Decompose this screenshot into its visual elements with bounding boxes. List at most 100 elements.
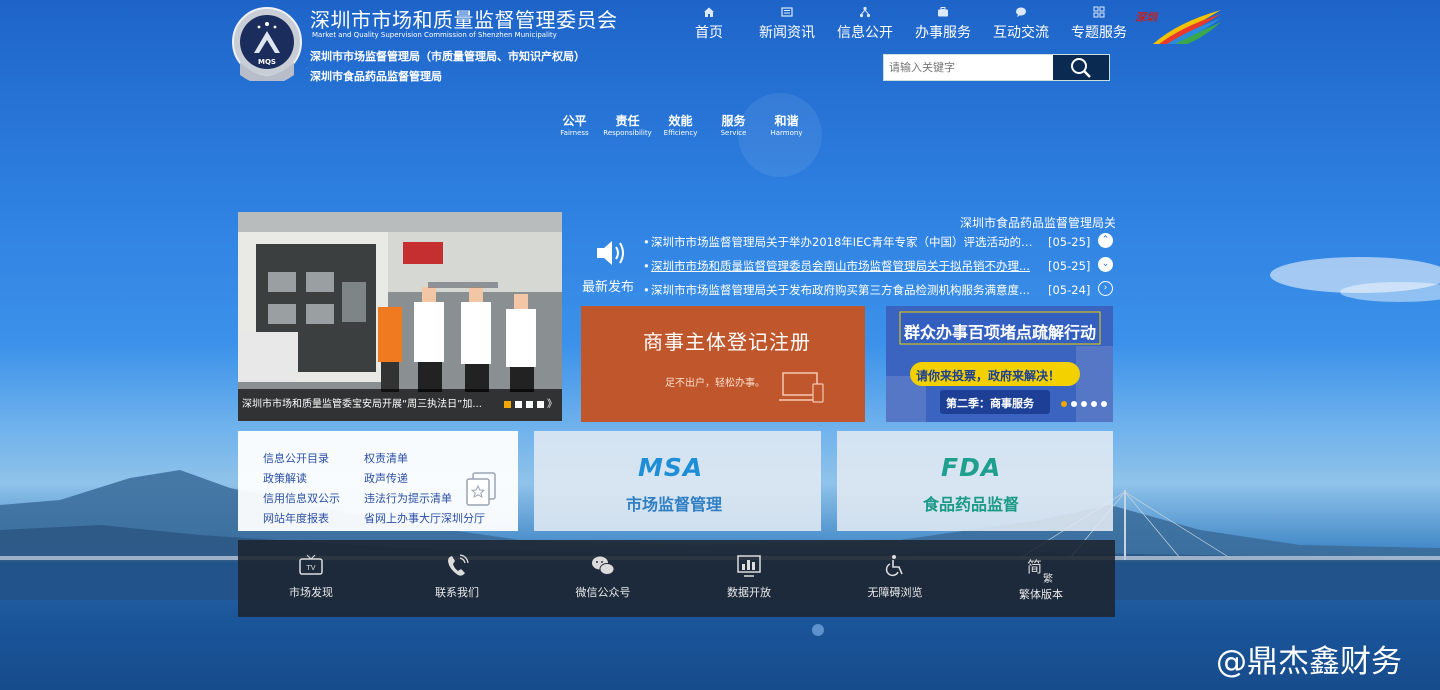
slider-dots <box>504 401 544 408</box>
tool-contact-us[interactable]: 联系我们 <box>402 554 512 600</box>
speaker-icon <box>597 241 624 265</box>
nav-info-disclosure[interactable]: 信息公开 <box>826 6 904 42</box>
value-en: Responsibility <box>603 129 652 137</box>
value-en: Harmony <box>770 129 803 137</box>
nav-home-label: 首页 <box>695 25 723 41</box>
news-title[interactable]: 深圳市市场监督管理局关于举办2018年IEC青年专家（中国）评选活动的通知 <box>651 233 1036 251</box>
watermark-text: @鼎杰鑫财务 <box>1216 644 1402 680</box>
home-icon <box>704 7 714 17</box>
shenzhen-brand-logo[interactable]: 深圳 <box>1133 8 1223 46</box>
slider-caption[interactable]: 深圳市市场和质量监管委宝安局开展“周三执法日”加... 》 <box>238 389 562 421</box>
info-link[interactable]: 权责清单 <box>364 450 408 466</box>
news-date: [05-25] <box>1048 235 1091 249</box>
news-bullet: • <box>643 283 650 297</box>
info-link[interactable]: 信用信息双公示 <box>263 490 340 506</box>
info-link[interactable]: 政策解读 <box>263 470 307 486</box>
nav-topics[interactable]: 专题服务 <box>1060 6 1138 42</box>
campaign-dot[interactable] <box>1071 401 1077 407</box>
tool-market-discovery[interactable]: TV 市场发现 <box>256 554 366 600</box>
document-copy-icon <box>466 472 496 506</box>
tool-label: 市场发现 <box>289 586 333 599</box>
info-link[interactable]: 省网上办事大厅深圳分厅 <box>364 510 485 526</box>
core-values: 公平 Fairness 责任 Responsibility 效能 Efficiency… <box>548 112 813 137</box>
latest-news-label: 最新发布 <box>582 280 635 295</box>
nav-services[interactable]: 办事服务 <box>904 6 982 42</box>
fda-label: 食品药品监督 <box>923 495 1020 514</box>
news-item: • 深圳市市场和质量监督管理委员会南山市场监督管理局关于拟吊销不办理... [0… <box>643 257 1123 281</box>
news-photo-slider[interactable]: 深圳市市场和质量监管委宝安局开展“周三执法日”加... 》 <box>238 212 562 421</box>
msa-logo: MSA <box>638 453 704 482</box>
slider-next-arrow[interactable]: 》 <box>547 389 557 421</box>
slider-dot[interactable] <box>537 401 544 408</box>
search-input[interactable] <box>884 55 1054 80</box>
nav-topics-label: 专题服务 <box>1071 25 1127 41</box>
value-fairness: 公平 Fairness <box>548 112 601 137</box>
news-date: [05-24] <box>1048 283 1091 297</box>
campaign-dot[interactable] <box>1061 401 1067 407</box>
tool-label: 数据开放 <box>727 586 771 599</box>
news-bullet: • <box>643 235 650 249</box>
wheelchair-icon <box>885 555 903 577</box>
value-cn: 服务 <box>721 114 746 128</box>
campaign-slogan: 请你来投票，政府来解决！ <box>916 369 1061 383</box>
news-title[interactable]: 深圳市市场监督管理局关于发布政府购买第三方食品检测机构服务满意度... <box>651 281 1036 299</box>
slider-dot[interactable] <box>526 401 533 408</box>
campaign-dot[interactable] <box>1091 401 1097 407</box>
news-item: • 深圳市市场监督管理局关于发布政府购买第三方食品检测机构服务满意度... [0… <box>643 281 1123 305</box>
campaign-dot[interactable] <box>1101 401 1107 407</box>
briefcase-icon <box>938 7 948 17</box>
value-cn: 效能 <box>668 114 693 128</box>
nav-news-label: 新闻资讯 <box>759 25 815 41</box>
slider-dot[interactable] <box>515 401 522 408</box>
business-registration-card[interactable]: 商事主体登记注册 足不出户，轻松办事。 <box>581 306 865 422</box>
nav-interaction-label: 互动交流 <box>993 25 1049 41</box>
campaign-banner[interactable]: 群众办事百项堵点疏解行动 请你来投票，政府来解决！ 第二季：商事服务 <box>886 306 1113 422</box>
tool-wechat[interactable]: 微信公众号 <box>548 554 658 600</box>
wechat-icon <box>592 556 615 575</box>
news-scroll-down-button[interactable]: ⌄ <box>1098 257 1113 272</box>
tool-accessibility[interactable]: 无障碍浏览 <box>840 554 950 600</box>
nav-info-label: 信息公开 <box>837 25 893 41</box>
nav-interaction[interactable]: 互动交流 <box>982 6 1060 42</box>
tv-icon: TV <box>299 554 323 575</box>
market-supervision-card[interactable]: MSA 市场监督管理 <box>534 431 821 531</box>
news-more-button[interactable]: › <box>1098 281 1113 296</box>
tool-label: 联系我们 <box>435 586 479 599</box>
campaign-dot[interactable] <box>1081 401 1087 407</box>
value-cn: 责任 <box>615 114 640 128</box>
brand-logo-text: 深圳 <box>1135 11 1159 24</box>
phone-icon <box>448 554 469 576</box>
news-title[interactable]: 深圳市市场和质量监督管理委员会南山市场监督管理局关于拟吊销不办理... <box>651 257 1036 275</box>
tool-traditional-chinese[interactable]: 简 繁 繁体版本 <box>986 556 1096 602</box>
campaign-season: 第二季：商事服务 <box>946 397 1034 410</box>
value-efficiency: 效能 Efficiency <box>654 112 707 137</box>
tool-label: 微信公众号 <box>575 586 631 599</box>
chart-monitor-icon <box>737 555 761 577</box>
value-responsibility: 责任 Responsibility <box>601 112 654 137</box>
info-link[interactable]: 信息公开目录 <box>263 450 329 466</box>
tool-open-data[interactable]: 数据开放 <box>694 554 804 600</box>
value-cn: 公平 <box>562 114 587 128</box>
nav-home[interactable]: 首页 <box>670 6 748 42</box>
sitemap-icon <box>859 6 871 18</box>
news-item: • 深圳市市场监督管理局关于举办2018年IEC青年专家（中国）评选活动的通知 … <box>643 233 1123 257</box>
slider-dot[interactable] <box>504 401 511 408</box>
nav-news[interactable]: 新闻资讯 <box>748 6 826 42</box>
news-marquee[interactable]: 深圳市食品药品监督管理局关 <box>960 214 1115 231</box>
quick-tools-bar: TV 市场发现 联系我们 微信公众号 数据开放 无障碍浏览 简 繁 繁体版本 <box>238 540 1115 617</box>
campaign-title: 群众办事百项堵点疏解行动 <box>904 323 1097 342</box>
news-icon <box>781 7 793 17</box>
slider-caption-text: 深圳市市场和质量监管委宝安局开展“周三执法日”加... <box>242 399 482 410</box>
svg-text:MQS: MQS <box>258 58 276 66</box>
news-scroll-up-button[interactable]: ⌃ <box>1098 233 1113 248</box>
search-button[interactable] <box>1053 55 1109 80</box>
value-harmony: 和谐 Harmony <box>760 112 813 137</box>
registry-title: 商事主体登记注册 <box>643 330 811 354</box>
site-title-english: Market and Quality Supervision Commissio… <box>312 31 557 39</box>
value-service: 服务 Service <box>707 112 760 137</box>
info-link[interactable]: 网站年度报表 <box>263 510 329 526</box>
info-link[interactable]: 政声传递 <box>364 470 408 486</box>
food-drug-card[interactable]: FDA 食品药品监督 <box>837 431 1113 531</box>
info-link[interactable]: 违法行为提示清单 <box>364 490 452 506</box>
commission-emblem-logo[interactable]: MQS <box>232 7 302 81</box>
